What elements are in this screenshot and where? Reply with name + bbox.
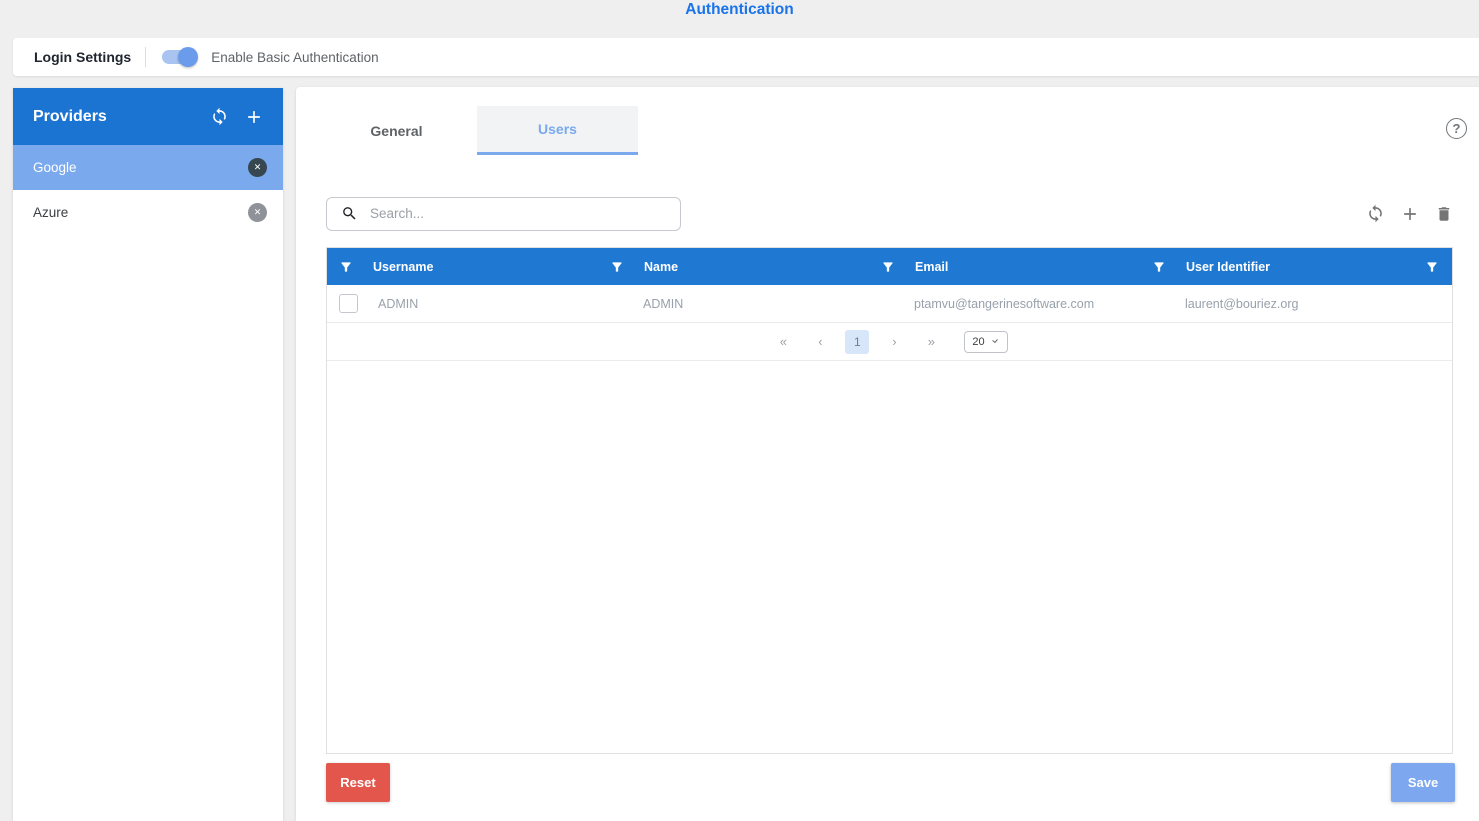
column-name: Name bbox=[598, 248, 869, 285]
page-size-value: 20 bbox=[972, 335, 985, 348]
search-icon bbox=[343, 207, 356, 220]
filter-icon[interactable] bbox=[1152, 260, 1166, 274]
sync-icon bbox=[1369, 204, 1382, 223]
filter-icon[interactable] bbox=[339, 260, 353, 274]
table-header-row: Username Name Email User Identifier bbox=[327, 248, 1452, 285]
column-username: Username bbox=[327, 248, 598, 285]
cell-user-identifier: laurent@bouriez.org bbox=[1185, 296, 1299, 311]
page-size-select[interactable]: 20 bbox=[964, 330, 1008, 353]
plus-icon bbox=[1404, 207, 1416, 220]
provider-label: Azure bbox=[33, 205, 69, 220]
providers-header: Providers bbox=[13, 88, 283, 145]
provider-detail-panel: General Users ? Username bbox=[296, 87, 1479, 821]
column-user-identifier: User Identifier bbox=[1140, 248, 1411, 285]
tab-bar: General Users bbox=[316, 106, 638, 155]
save-button[interactable]: Save bbox=[1391, 763, 1455, 802]
plus-icon bbox=[248, 110, 260, 123]
delete-users-button[interactable] bbox=[1435, 205, 1453, 223]
column-actions bbox=[1411, 248, 1452, 285]
chevron-down-icon bbox=[991, 338, 998, 343]
search-input[interactable] bbox=[370, 206, 680, 221]
filter-icon[interactable] bbox=[1425, 260, 1439, 274]
refresh-users-button[interactable] bbox=[1366, 204, 1385, 223]
login-settings-label: Login Settings bbox=[34, 49, 132, 65]
cell-actions bbox=[1411, 285, 1452, 322]
cell-username: ADMIN bbox=[327, 285, 598, 322]
prev-page-button[interactable]: ‹ bbox=[808, 330, 832, 354]
providers-title: Providers bbox=[33, 107, 107, 125]
first-page-button[interactable]: « bbox=[771, 330, 795, 354]
help-icon[interactable]: ? bbox=[1446, 118, 1467, 139]
toggle-knob-icon bbox=[178, 47, 199, 67]
cell-name: ADMIN bbox=[643, 296, 684, 311]
pagination: « ‹ 1 › » 20 bbox=[327, 323, 1452, 361]
last-page-button[interactable]: » bbox=[919, 330, 943, 354]
provider-label: Google bbox=[33, 160, 77, 175]
filter-icon[interactable] bbox=[881, 260, 895, 274]
next-page-button[interactable]: › bbox=[882, 330, 906, 354]
basic-auth-toggle[interactable] bbox=[162, 47, 199, 67]
providers-sidebar: Providers Google ✕ Azure ✕ bbox=[13, 88, 283, 821]
tab-users[interactable]: Users bbox=[477, 106, 638, 155]
sidebar-item-google[interactable]: Google ✕ bbox=[13, 145, 283, 190]
table-row[interactable]: ADMIN ADMIN ptamvu@tangerinesoftware.com… bbox=[327, 285, 1452, 323]
add-provider-button[interactable] bbox=[244, 107, 264, 127]
page-title: Authentication bbox=[685, 1, 794, 18]
delete-provider-icon[interactable]: ✕ bbox=[248, 203, 267, 222]
divider bbox=[145, 47, 147, 67]
search-field-container bbox=[326, 196, 681, 231]
reset-button[interactable]: Reset bbox=[326, 763, 390, 802]
login-settings-bar: Login Settings Enable Basic Authenticati… bbox=[13, 38, 1479, 76]
users-table: Username Name Email User Identifier ADMI… bbox=[326, 247, 1453, 754]
trash-icon bbox=[1438, 206, 1450, 221]
row-checkbox[interactable] bbox=[339, 294, 358, 313]
add-user-button[interactable] bbox=[1400, 204, 1420, 224]
tab-general[interactable]: General bbox=[316, 106, 477, 155]
users-toolbar bbox=[326, 196, 1453, 231]
sync-icon bbox=[213, 107, 226, 126]
filter-icon[interactable] bbox=[610, 260, 624, 274]
cell-email: ptamvu@tangerinesoftware.com bbox=[914, 296, 1095, 311]
delete-provider-icon[interactable]: ✕ bbox=[248, 158, 267, 177]
basic-auth-toggle-label: Enable Basic Authentication bbox=[211, 49, 379, 65]
sidebar-item-azure[interactable]: Azure ✕ bbox=[13, 190, 283, 235]
refresh-providers-button[interactable] bbox=[210, 107, 229, 126]
column-email: Email bbox=[869, 248, 1140, 285]
page-number-button[interactable]: 1 bbox=[845, 329, 870, 354]
